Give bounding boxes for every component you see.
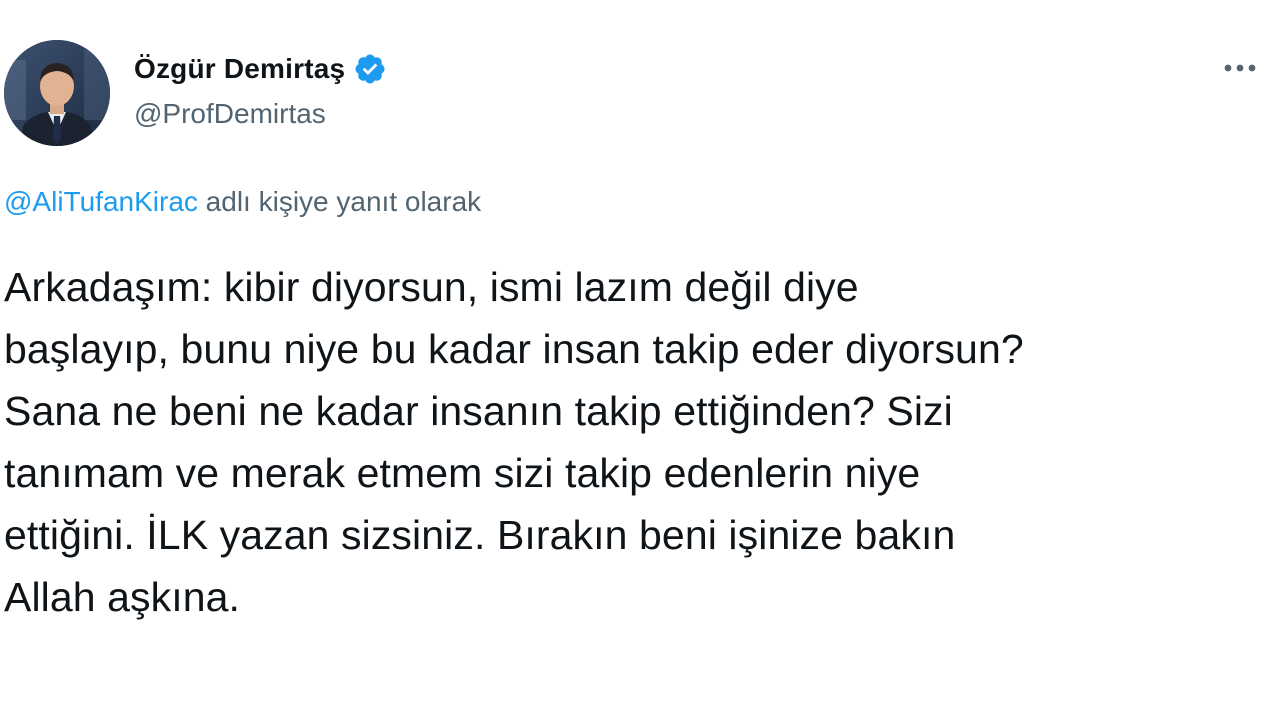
tweet-text-line: Sana ne beni ne kadar insanın takip etti…	[4, 388, 953, 434]
avatar-image	[4, 40, 110, 146]
more-horizontal-icon	[1224, 64, 1256, 72]
tweet-text-line: başlayıp, bunu niye bu kadar insan takip…	[4, 326, 1024, 372]
avatar[interactable]	[4, 40, 110, 146]
tweet-text: Arkadaşım: kibir diyorsun, ismi lazım de…	[4, 256, 1274, 628]
tweet: Özgür Demirtaş @ProfDemirtas @AliTufanKi…	[0, 0, 1280, 704]
display-name[interactable]: Özgür Demirtaş	[134, 53, 345, 85]
verified-badge-icon	[353, 52, 387, 86]
tweet-text-line: ettiğini. İLK yazan sizsiniz. Bırakın be…	[4, 512, 956, 558]
name-row: Özgür Demirtaş	[134, 52, 387, 86]
tweet-header: Özgür Demirtaş @ProfDemirtas	[0, 38, 1280, 150]
tweet-text-line: Allah aşkına.	[4, 574, 241, 620]
more-options-button[interactable]	[1220, 56, 1260, 80]
reply-context-text: adlı kişiye yanıt olarak	[197, 186, 482, 217]
tweet-text-line: Arkadaşım: kibir diyorsun, ismi lazım de…	[4, 264, 859, 310]
reply-mention-link[interactable]: @AliTufanKirac	[4, 186, 198, 217]
handle[interactable]: @ProfDemirtas	[134, 98, 326, 130]
tweet-text-line: tanımam ve merak etmem sizi takip edenle…	[4, 450, 921, 496]
reply-context: @AliTufanKirac adlı kişiye yanıt olarak	[4, 186, 481, 218]
